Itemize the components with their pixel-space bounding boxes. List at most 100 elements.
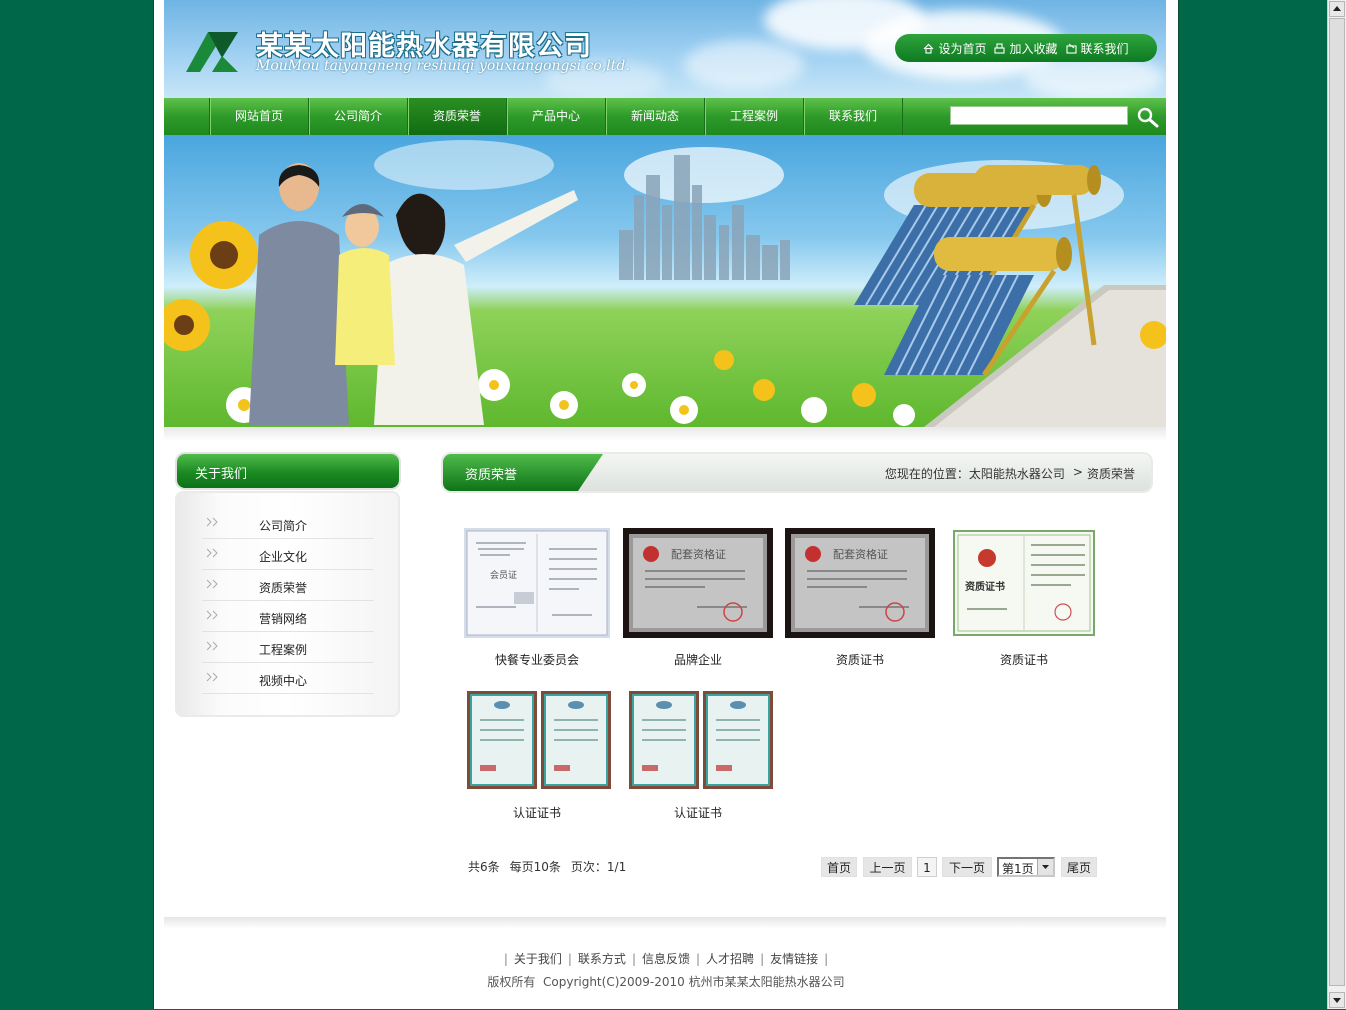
- page-container: 某某太阳能热水器有限公司 MouMou taiyangneng reshuiqi…: [153, 0, 1179, 1009]
- certificate-image: 配套资格证: [785, 528, 935, 638]
- contact-us-link[interactable]: 联系我们: [1065, 40, 1129, 57]
- pager-per-page: 每页10条: [509, 860, 561, 874]
- footer-link-jobs[interactable]: 人才招聘: [706, 952, 754, 966]
- certificate-card[interactable]: 会员证: [462, 528, 612, 641]
- search-icon[interactable]: [1136, 106, 1160, 128]
- add-favorite-label: 加入收藏: [1009, 41, 1058, 56]
- footer-divider: [164, 917, 1166, 929]
- pager-select-value: 第1页: [1002, 862, 1034, 876]
- sidebar-item-label: 营销网络: [259, 612, 308, 626]
- sidebar-title-bar: 关于我们: [177, 454, 399, 488]
- main-title: 资质荣誉: [465, 468, 518, 483]
- nav-item-about[interactable]: 公司简介: [308, 98, 407, 135]
- footer-link-contact[interactable]: 联系方式: [578, 952, 626, 966]
- footer-link-friends[interactable]: 友情链接: [770, 952, 818, 966]
- nav-item-news[interactable]: 新闻动态: [605, 98, 704, 135]
- pager-last-button[interactable]: 尾页: [1061, 857, 1097, 877]
- certificate-caption[interactable]: 资质证书: [785, 651, 935, 668]
- sidebar-item-honors[interactable]: 资质荣誉: [202, 570, 374, 601]
- nav-item-contact[interactable]: 联系我们: [803, 98, 903, 135]
- sidebar-item-label: 资质荣誉: [259, 581, 308, 595]
- nav-item-cases[interactable]: 工程案例: [704, 98, 803, 135]
- certificate-image: 配套资格证: [623, 528, 773, 638]
- certificate-card[interactable]: [464, 685, 614, 798]
- certificate-caption[interactable]: 品牌企业: [623, 651, 773, 668]
- certificate-card[interactable]: 配套资格证: [623, 528, 773, 641]
- breadcrumb-home-link[interactable]: 太阳能热水器公司: [969, 465, 1065, 482]
- main-title-bar: 资质荣誉 您现在的位置： 太阳能热水器公司 > 资质荣誉: [443, 454, 1151, 491]
- set-homepage-label: 设为首页: [938, 41, 987, 56]
- certificate-caption[interactable]: 认证证书: [623, 804, 773, 821]
- certificate-image: [629, 691, 773, 789]
- contact-us-label: 联系我们: [1080, 41, 1129, 56]
- sidebar-item-company-profile[interactable]: 公司简介: [202, 508, 374, 539]
- double-chevron-icon: [206, 641, 218, 651]
- scroll-up-arrow-icon[interactable]: [1329, 1, 1345, 17]
- pager-page-info: 页次：1/1: [570, 860, 627, 874]
- company-name-en: MouMou taiyangneng reshuiqi youxiangongs…: [256, 58, 630, 74]
- certificate-caption[interactable]: 资质证书: [949, 651, 1099, 668]
- double-chevron-icon: [206, 672, 218, 682]
- pager-current-page[interactable]: 1: [917, 857, 937, 877]
- footer-links: | 关于我们 | 联系方式 | 信息反馈 | 人才招聘 | 友情链接 |: [503, 952, 829, 966]
- contact-icon: [1065, 43, 1077, 54]
- double-chevron-icon: [206, 610, 218, 620]
- scroll-down-arrow-icon[interactable]: [1329, 992, 1345, 1008]
- home-icon: [924, 43, 934, 54]
- sidebar-item-label: 企业文化: [259, 550, 308, 564]
- certificate-image-title: 配套资格证: [671, 547, 726, 561]
- vertical-scrollbar[interactable]: [1327, 0, 1346, 1009]
- double-chevron-icon: [206, 517, 218, 527]
- certificate-image: 会员证: [464, 528, 610, 638]
- breadcrumb-current: 资质荣誉: [1086, 467, 1135, 481]
- set-homepage-link[interactable]: 设为首页: [923, 40, 986, 57]
- sidebar-menu: 公司简介 企业文化 资质荣誉 营销网络 工程案例 视频中心: [202, 508, 374, 694]
- scrollbar-thumb[interactable]: [1329, 18, 1345, 986]
- add-favorite-link[interactable]: 加入收藏: [994, 40, 1058, 57]
- certificate-image: 资质证书: [951, 528, 1097, 638]
- footer-link-feedback[interactable]: 信息反馈: [642, 952, 690, 966]
- sidebar-item-label: 工程案例: [259, 643, 308, 657]
- certificate-card[interactable]: 配套资格证: [785, 528, 935, 641]
- banner-illustration: [164, 140, 1166, 427]
- pager-page-select[interactable]: 第1页: [997, 857, 1055, 877]
- copyright: 版权所有 Copyright(C)2009-2010 杭州市某某太阳能热水器公司: [487, 975, 845, 989]
- sidebar-item-video[interactable]: 视频中心: [202, 663, 374, 694]
- certificate-image-title: 资质证书: [965, 580, 1005, 593]
- certificate-caption[interactable]: 认证证书: [462, 804, 612, 821]
- sidebar-item-label: 视频中心: [259, 674, 308, 688]
- top-links: 设为首页 加入收藏 联系我们: [895, 34, 1157, 62]
- pager-next-button[interactable]: 下一页: [942, 857, 992, 877]
- double-chevron-icon: [206, 579, 218, 589]
- certificate-card[interactable]: 资质证书: [949, 528, 1099, 641]
- certificate-image-title: 会员证: [490, 569, 517, 581]
- certificate-image: [467, 691, 611, 789]
- pager-info: 共6条 每页10条 页次：1/1: [468, 858, 626, 875]
- certificate-card[interactable]: [626, 685, 776, 798]
- search-input[interactable]: [950, 106, 1128, 125]
- dropdown-arrow-icon: [1037, 859, 1053, 875]
- sidebar-item-culture[interactable]: 企业文化: [202, 539, 374, 570]
- certificate-image-title: 配套资格证: [833, 547, 888, 561]
- double-chevron-icon: [206, 548, 218, 558]
- pager-prev-button[interactable]: 上一页: [863, 857, 912, 877]
- breadcrumb-prefix: 您现在的位置：: [884, 467, 969, 481]
- certificate-caption[interactable]: 快餐专业委员会: [462, 651, 612, 668]
- nav-item-home[interactable]: 网站首页: [209, 98, 308, 135]
- banner-shadow: [164, 427, 1166, 441]
- sidebar-menu-box: 公司简介 企业文化 资质荣誉 营销网络 工程案例 视频中心: [177, 493, 398, 715]
- sidebar-item-sales-network[interactable]: 营销网络: [202, 601, 374, 632]
- main-nav: 网站首页 公司简介 资质荣誉 产品中心 新闻动态 工程案例 联系我们: [164, 98, 1166, 135]
- footer-link-about[interactable]: 关于我们: [514, 952, 562, 966]
- breadcrumb-separator: >: [1072, 465, 1083, 479]
- sidebar-title: 关于我们: [195, 467, 248, 482]
- nav-item-honors[interactable]: 资质荣誉: [407, 98, 506, 135]
- pager-total: 共6条: [468, 860, 500, 874]
- hero-banner: [164, 135, 1166, 427]
- breadcrumb: 您现在的位置： 太阳能热水器公司 > 资质荣誉: [885, 465, 1135, 482]
- site-header: 某某太阳能热水器有限公司 MouMou taiyangneng reshuiqi…: [164, 0, 1166, 98]
- nav-item-products[interactable]: 产品中心: [506, 98, 605, 135]
- favorite-icon: [994, 42, 1006, 54]
- pager-first-button[interactable]: 首页: [821, 857, 857, 877]
- sidebar-item-cases[interactable]: 工程案例: [202, 632, 374, 663]
